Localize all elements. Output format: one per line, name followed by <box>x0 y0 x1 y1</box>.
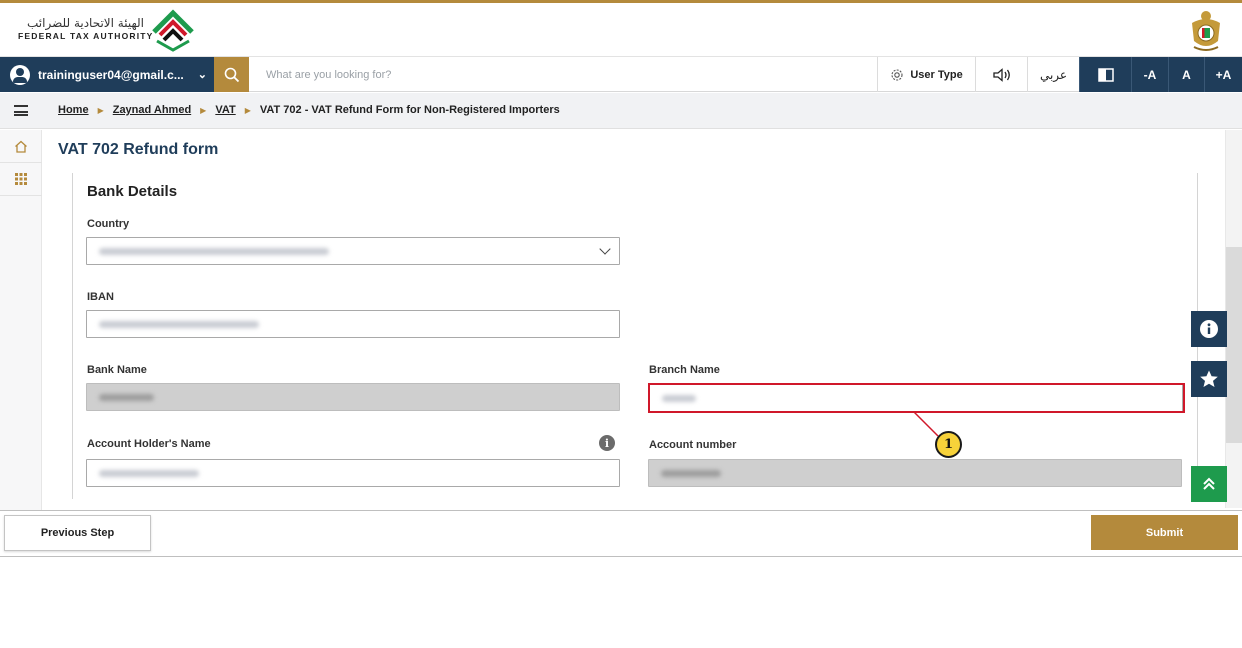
country-select[interactable] <box>86 237 620 265</box>
gear-icon <box>891 68 903 81</box>
contrast-button[interactable] <box>1079 57 1131 92</box>
bottom-action-bar <box>0 510 1242 557</box>
font-increase-button[interactable]: +A <box>1204 57 1242 92</box>
user-type-button[interactable]: User Type <box>877 57 975 92</box>
help-info-button[interactable] <box>1191 311 1227 347</box>
user-email: traininguser04@gmail.c... <box>38 67 184 82</box>
user-avatar-icon <box>10 64 30 85</box>
fta-logo-icon <box>152 9 194 52</box>
previous-step-button[interactable]: Previous Step <box>4 515 151 551</box>
user-type-label: User Type <box>910 68 963 81</box>
site-header: الهيئة الاتحادية للضرائب FEDERAL TAX AUT… <box>0 3 1242 57</box>
branch-name-label: Branch Name <box>649 364 720 376</box>
speaker-icon <box>992 67 1010 82</box>
page-title: VAT 702 Refund form <box>58 141 219 158</box>
callout-number-badge: 1 <box>935 431 962 458</box>
left-rail <box>0 130 42 510</box>
account-number-value-redacted <box>661 470 721 477</box>
text-to-speech-button[interactable] <box>975 57 1027 92</box>
double-chevron-up-icon <box>1203 477 1215 490</box>
user-menu[interactable]: traininguser04@gmail.c... ⌄ <box>0 57 214 92</box>
breadcrumb-user[interactable]: Zaynad Ahmed <box>113 104 191 116</box>
country-label: Country <box>87 218 130 230</box>
favorites-button[interactable] <box>1191 361 1227 397</box>
scroll-to-top-button[interactable] <box>1191 466 1227 502</box>
account-holder-label: Account Holder's Name <box>87 438 211 450</box>
rail-home[interactable] <box>0 130 42 163</box>
iban-label: IBAN <box>87 291 114 303</box>
bank-name-label: Bank Name <box>87 364 147 376</box>
breadcrumb: Home ▶ Zaynad Ahmed ▶ VAT ▶ VAT 702 - VA… <box>58 104 560 116</box>
bank-name-value-redacted <box>99 394 154 401</box>
hamburger-menu-icon[interactable] <box>14 105 28 116</box>
rail-apps[interactable] <box>0 163 42 196</box>
toolbar: traininguser04@gmail.c... ⌄ User Type ع <box>0 57 1242 92</box>
iban-value-redacted <box>99 321 259 328</box>
chevron-down-icon <box>599 243 611 255</box>
font-decrease-button[interactable]: -A <box>1131 57 1168 92</box>
search-button[interactable] <box>214 57 249 92</box>
bank-name-field <box>86 383 620 411</box>
search-input[interactable] <box>256 57 874 92</box>
account-holder-field[interactable] <box>86 459 620 487</box>
account-number-field <box>648 459 1182 487</box>
breadcrumb-separator-icon: ▶ <box>200 105 207 115</box>
info-icon[interactable]: i <box>599 435 615 451</box>
home-icon <box>15 140 27 153</box>
account-holder-value-redacted <box>99 470 199 477</box>
contrast-icon <box>1097 67 1114 82</box>
breadcrumb-separator-icon: ▶ <box>97 105 104 115</box>
chevron-down-icon: ⌄ <box>197 69 207 81</box>
account-number-label: Account number <box>649 439 737 451</box>
scrollbar-thumb[interactable] <box>1226 247 1242 443</box>
arabic-language-button[interactable]: عربي <box>1027 57 1079 92</box>
breadcrumb-home[interactable]: Home <box>58 104 89 116</box>
logo-english-text: FEDERAL TAX AUTHORITY <box>18 31 154 41</box>
breadcrumb-bar: Home ▶ Zaynad Ahmed ▶ VAT ▶ VAT 702 - VA… <box>0 93 1242 129</box>
country-value-redacted <box>99 248 329 255</box>
uae-emblem-icon <box>1192 11 1220 51</box>
submit-button[interactable]: Submit <box>1091 515 1238 550</box>
info-circle-icon <box>1200 320 1218 338</box>
breadcrumb-separator-icon: ▶ <box>244 105 251 115</box>
star-icon <box>1200 370 1218 387</box>
page: الهيئة الاتحادية للضرائب FEDERAL TAX AUT… <box>0 0 1242 648</box>
search-icon <box>224 67 239 82</box>
branch-name-highlight-box <box>648 383 1185 413</box>
breadcrumb-vat[interactable]: VAT <box>215 104 235 116</box>
grid-apps-icon <box>15 173 27 185</box>
section-title: Bank Details <box>87 183 178 200</box>
iban-field[interactable] <box>86 310 620 338</box>
logo-arabic-text: الهيئة الاتحادية للضرائب <box>27 16 144 30</box>
breadcrumb-current: VAT 702 - VAT Refund Form for Non-Regist… <box>259 104 560 116</box>
font-reset-button[interactable]: A <box>1168 57 1204 92</box>
